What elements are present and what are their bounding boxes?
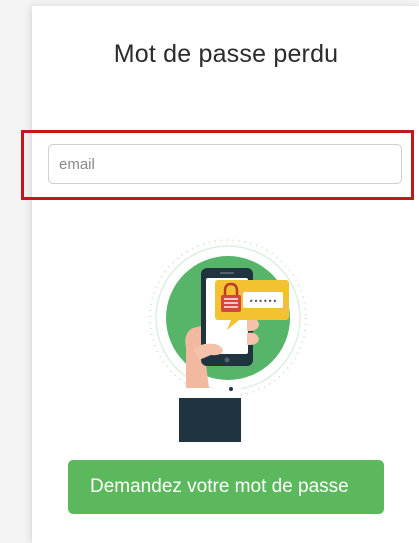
request-password-button[interactable]: Demandez votre mot de passe bbox=[68, 460, 384, 514]
phone-security-illustration: •••••• bbox=[149, 239, 307, 442]
password-mask-text: •••••• bbox=[249, 297, 277, 306]
page-background: Mot de passe perdu •••••• bbox=[0, 0, 419, 543]
email-input[interactable] bbox=[48, 144, 402, 184]
sleeve-shape bbox=[179, 394, 241, 442]
page-title: Mot de passe perdu bbox=[113, 40, 339, 68]
cuff-button bbox=[229, 387, 233, 391]
